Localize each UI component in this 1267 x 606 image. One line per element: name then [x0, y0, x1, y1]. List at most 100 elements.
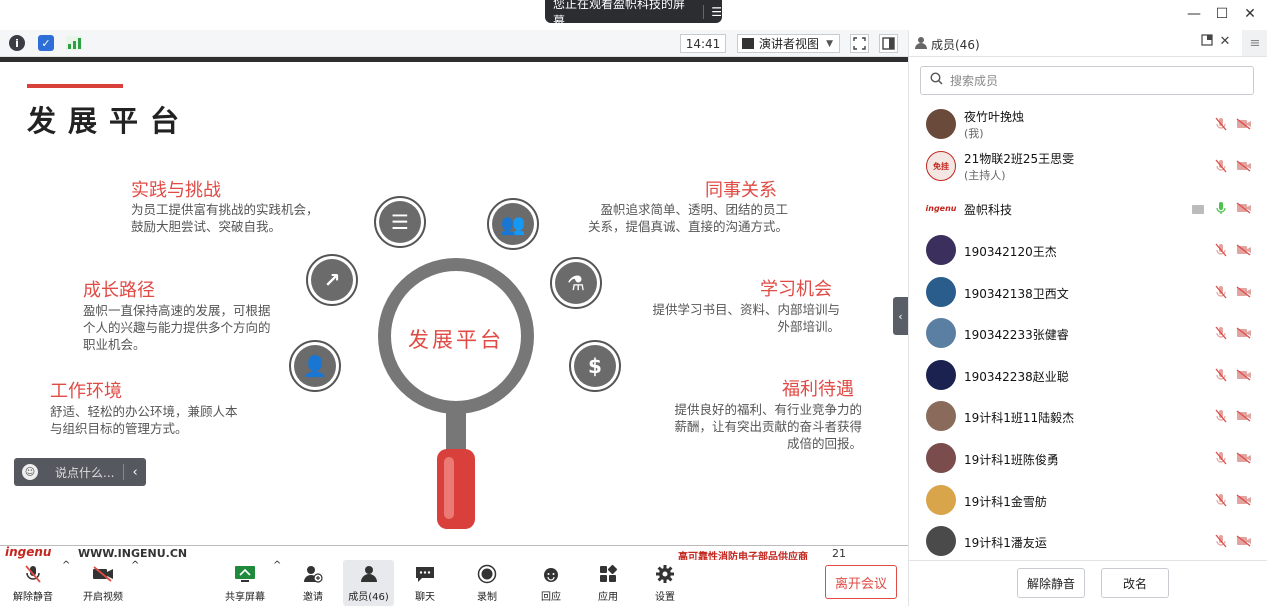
- member-row[interactable]: 190342233张健睿: [909, 313, 1267, 355]
- mic-muted-icon[interactable]: [1215, 117, 1227, 134]
- person-glyph: 👤: [294, 345, 336, 387]
- share-banner-text: 您正在观看盈帜科技的屏幕: [553, 0, 686, 28]
- chat-divider: [123, 464, 125, 480]
- members-button[interactable]: 成员(46): [343, 560, 394, 606]
- camera-off-icon[interactable]: [1236, 369, 1252, 384]
- chat-label: 聊天: [415, 592, 435, 603]
- maximize-icon[interactable]: ☐: [1213, 6, 1231, 22]
- member-search-input[interactable]: [950, 73, 1230, 88]
- camera-off-icon[interactable]: [1236, 327, 1252, 342]
- unmute-all-button[interactable]: 解除静音: [1017, 568, 1085, 598]
- member-row[interactable]: 19计科1班11陆毅杰: [909, 396, 1267, 438]
- camera-off-icon[interactable]: [1236, 118, 1252, 133]
- minimize-icon[interactable]: —: [1185, 6, 1203, 22]
- chevron-up-icon[interactable]: ^: [62, 560, 70, 606]
- mic-muted-icon[interactable]: [1215, 534, 1227, 551]
- quick-chat-input[interactable]: ☺ 说点什么... ‹: [14, 458, 146, 486]
- mic-muted-icon[interactable]: [1215, 451, 1227, 468]
- invite-button[interactable]: 邀请: [291, 560, 335, 606]
- person-icon: 👤: [289, 340, 341, 392]
- panel-collapse-icon[interactable]: ‹: [893, 297, 908, 335]
- member-row[interactable]: 190342238赵业聪: [909, 355, 1267, 397]
- member-name: 190342233张健睿: [964, 328, 1069, 342]
- settings-label: 设置: [655, 592, 675, 603]
- info-icon[interactable]: i: [9, 35, 25, 51]
- menu-icon[interactable]: ≡: [1242, 30, 1267, 56]
- mic-muted-icon[interactable]: [1215, 285, 1227, 302]
- reactions-label: 回应: [541, 592, 561, 603]
- chevron-left-icon[interactable]: ‹: [132, 465, 137, 480]
- chat-placeholder[interactable]: 说点什么...: [55, 464, 114, 481]
- emoji-icon[interactable]: ☺: [22, 464, 38, 480]
- camera-off-icon[interactable]: [1236, 160, 1252, 175]
- desc-line: 鼓励大胆尝试、突破自我。: [131, 219, 282, 234]
- member-row[interactable]: 190342120王杰: [909, 230, 1267, 272]
- section-desc: 舒适、轻松的办公环境，兼顾人本 与组织目标的管理方式。: [50, 403, 238, 437]
- avatar: [926, 443, 956, 473]
- ingenu-logo: ingenu: [5, 545, 52, 559]
- settings-button[interactable]: 设置: [644, 560, 686, 606]
- member-name: 190342138卫西文: [964, 287, 1069, 301]
- shield-icon[interactable]: ✓: [38, 35, 54, 51]
- desc-line: 关系，提倡真诚、直接的沟通方式。: [587, 219, 788, 234]
- unmute-label: 解除静音: [13, 592, 53, 603]
- mic-muted-icon[interactable]: [1215, 159, 1227, 176]
- chat-button[interactable]: 聊天: [404, 560, 446, 606]
- signal-icon[interactable]: [66, 36, 82, 50]
- camera-off-icon[interactable]: [1236, 494, 1252, 509]
- member-name: 19计科1班陈俊勇: [964, 453, 1059, 467]
- unmute-button[interactable]: 解除静音: [10, 560, 56, 606]
- member-row[interactable]: 19计科1潘友运: [909, 521, 1267, 563]
- record-icon: [466, 560, 508, 588]
- camera-off-icon[interactable]: [1236, 286, 1252, 301]
- member-row[interactable]: 190342138卫西文: [909, 272, 1267, 314]
- lab-flask-icon: ⚗: [550, 257, 602, 309]
- camera-off-icon[interactable]: [1236, 410, 1252, 425]
- avatar: [926, 526, 956, 556]
- title-accent-bar: [27, 84, 123, 88]
- fullscreen-icon[interactable]: [850, 34, 869, 53]
- members-icon: [343, 560, 394, 588]
- layout-toggle-icon[interactable]: [879, 34, 898, 53]
- share-screen-button[interactable]: 共享屏幕: [222, 560, 268, 606]
- desc-line: 提供良好的福利、有行业竞争力的: [674, 402, 862, 417]
- popout-icon[interactable]: [1199, 34, 1215, 50]
- camera-off-icon[interactable]: [1236, 244, 1252, 259]
- screen-share-banner[interactable]: 您正在观看盈帜科技的屏幕 ☰: [545, 0, 722, 28]
- chevron-up-icon[interactable]: ^: [131, 560, 139, 606]
- section-title: 福利待遇: [782, 379, 854, 400]
- close-panel-icon[interactable]: ✕: [1217, 34, 1233, 49]
- mic-muted-icon[interactable]: [1215, 409, 1227, 426]
- camera-off-icon[interactable]: [1236, 202, 1252, 217]
- mic-muted-icon[interactable]: [1215, 368, 1227, 385]
- start-video-button[interactable]: 开启视频: [80, 560, 126, 606]
- mic-muted-icon[interactable]: [1215, 493, 1227, 510]
- mic-muted-icon[interactable]: [1215, 243, 1227, 260]
- reactions-button[interactable]: 回应: [530, 560, 572, 606]
- leave-meeting-button[interactable]: 离开会议: [825, 565, 897, 599]
- member-role: (主持人): [964, 169, 1006, 182]
- dollar-glyph: $: [574, 345, 616, 387]
- mic-icon[interactable]: [1215, 201, 1227, 218]
- close-icon[interactable]: ✕: [1241, 6, 1259, 22]
- member-row[interactable]: 19计科1金雪舫: [909, 480, 1267, 522]
- record-button[interactable]: 录制: [466, 560, 508, 606]
- member-row[interactable]: 19计科1班陈俊勇: [909, 438, 1267, 480]
- share-screen-icon: [222, 560, 268, 588]
- camera-off-icon[interactable]: [1236, 535, 1252, 550]
- member-row[interactable]: ingenu 盈帜科技: [909, 188, 1267, 230]
- video-top-toolbar: i ✓ 14:41 演讲者视图 ▼: [0, 30, 908, 57]
- member-row[interactable]: 免挂 21物联2班25王思雯 (主持人): [909, 146, 1267, 188]
- apps-button[interactable]: 应用: [587, 560, 629, 606]
- list-icon[interactable]: ☰: [711, 5, 722, 19]
- avatar: [926, 485, 956, 515]
- camera-off-icon[interactable]: [1236, 452, 1252, 467]
- rename-button[interactable]: 改名: [1101, 568, 1169, 598]
- mic-muted-icon[interactable]: [1215, 326, 1227, 343]
- member-search[interactable]: [920, 66, 1254, 95]
- chevron-up-icon[interactable]: ^: [273, 560, 281, 606]
- desc-line: 成倍的回报。: [786, 436, 862, 451]
- member-row[interactable]: 夜竹叶挽烛 (我): [909, 104, 1267, 146]
- record-label: 录制: [477, 592, 497, 603]
- view-selector[interactable]: 演讲者视图 ▼: [737, 34, 840, 53]
